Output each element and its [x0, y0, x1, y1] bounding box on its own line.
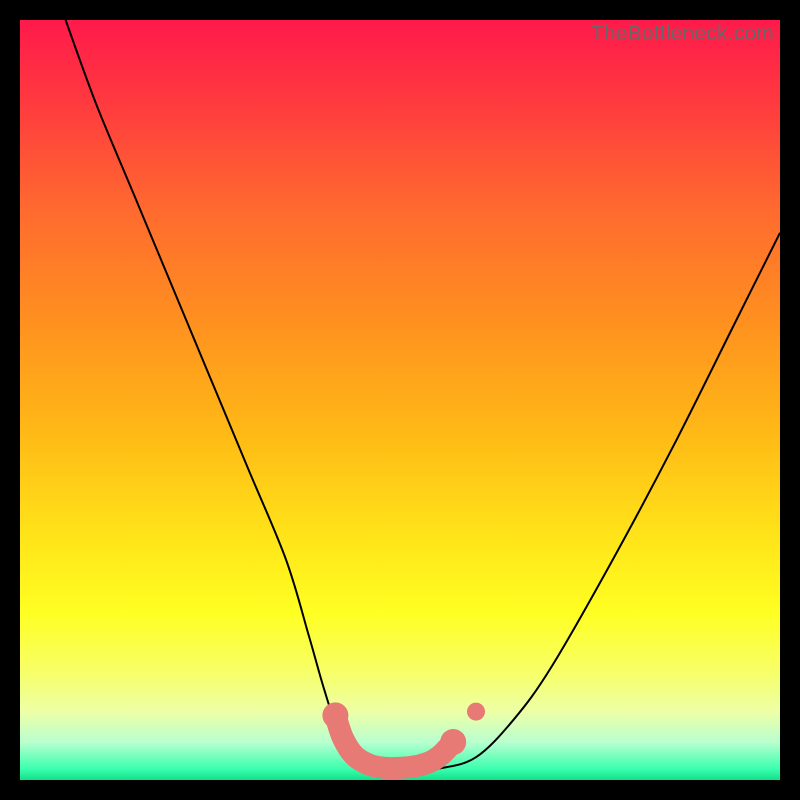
watermark-text: TheBottleneck.com	[591, 22, 774, 46]
bottleneck-chart	[20, 20, 780, 780]
gradient-background	[20, 20, 780, 780]
chart-frame: TheBottleneck.com	[20, 20, 780, 780]
optimal-range-worm-end	[440, 729, 466, 755]
optimal-range-worm-end	[322, 702, 348, 728]
isolated-point	[467, 703, 485, 721]
